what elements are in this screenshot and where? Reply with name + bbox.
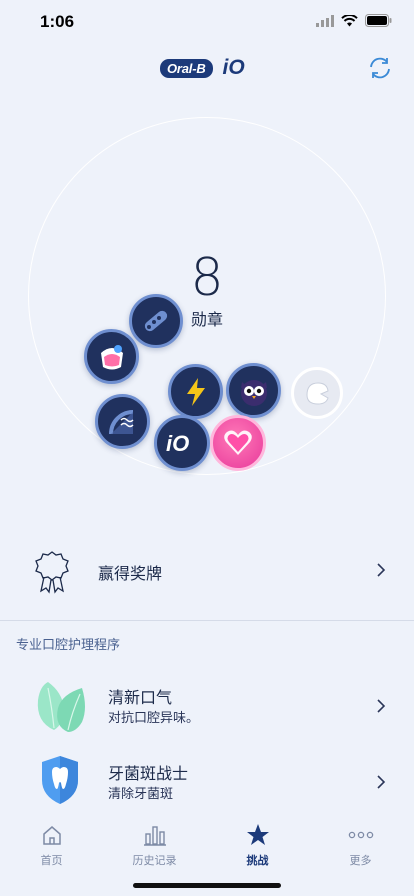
pacman-tooth-icon: [306, 382, 329, 405]
tab-label: 首页: [40, 854, 63, 867]
medal-waves[interactable]: [95, 394, 150, 449]
more-dots-icon: [348, 831, 373, 839]
svg-text:iO: iO: [166, 431, 189, 456]
medal-owl[interactable]: [226, 363, 281, 418]
program-title: 牙菌斑战士: [108, 764, 189, 783]
tooth-shield-icon: [42, 756, 78, 804]
medal-ribbon-icon: [35, 551, 69, 594]
section-title: 专业口腔护理程序: [16, 638, 121, 653]
award-row[interactable]: 赢得奖牌: [0, 538, 414, 604]
gum-icon: [100, 344, 123, 369]
medal-gum[interactable]: [84, 329, 139, 384]
tab-label: 挑战: [246, 854, 269, 867]
medal-io[interactable]: iO: [154, 415, 210, 471]
brush-head-icon: [144, 310, 168, 332]
brand-logo: Oral-B iO: [160, 56, 245, 80]
oral-b-logo: Oral-B: [160, 58, 213, 78]
medal-brush-head[interactable]: [129, 294, 183, 348]
owl-icon: [240, 379, 267, 406]
tab-more[interactable]: 更多: [309, 816, 412, 868]
tab-challenges[interactable]: 挑战: [206, 816, 309, 868]
io-icon: iO: [166, 431, 189, 456]
program-subtitle: 清除牙菌斑: [108, 787, 174, 802]
badge-label: 勋章: [190, 310, 223, 329]
status-icons: [316, 14, 392, 27]
tab-history[interactable]: 历史记录: [103, 816, 206, 868]
badge-count: 8: [190, 248, 224, 308]
star-icon: [246, 824, 269, 845]
sync-icon[interactable]: [366, 54, 394, 82]
wifi-icon: [341, 14, 358, 26]
tab-label: 历史记录: [132, 854, 177, 867]
bar-chart-icon: [143, 826, 166, 846]
medal-heart[interactable]: [210, 415, 266, 471]
lightning-icon: [186, 377, 205, 406]
chevron-right-icon: [377, 775, 386, 789]
signal-icon: [316, 14, 334, 27]
tab-label: 更多: [349, 854, 372, 867]
chevron-right-icon: [377, 563, 386, 577]
status-time: 1:06: [40, 12, 75, 31]
tab-home[interactable]: 首页: [0, 816, 103, 868]
program-title: 清新口气: [108, 688, 173, 707]
program-plaque-fighter[interactable]: 牙菌斑战士 清除牙菌斑: [0, 746, 414, 822]
io-logo: iO: [222, 56, 245, 79]
heart-icon: [224, 430, 252, 455]
home-icon: [42, 826, 61, 845]
battery-icon: [365, 14, 392, 27]
status-bar: 1:06: [0, 0, 414, 44]
waves-icon: [108, 409, 134, 434]
award-title: 赢得奖牌: [98, 564, 163, 583]
program-subtitle: 对抗口腔异味。: [108, 711, 200, 726]
chevron-right-icon: [377, 699, 386, 713]
tab-bar: 首页 历史记录 挑战 更多: [0, 816, 414, 896]
mint-leaf-icon: [37, 682, 85, 732]
medal-lightning[interactable]: [168, 364, 223, 419]
program-fresh-breath[interactable]: 清新口气 对抗口腔异味。: [0, 670, 414, 746]
divider: [0, 620, 414, 621]
medal-locked[interactable]: [291, 367, 343, 419]
home-indicator: [133, 883, 281, 888]
